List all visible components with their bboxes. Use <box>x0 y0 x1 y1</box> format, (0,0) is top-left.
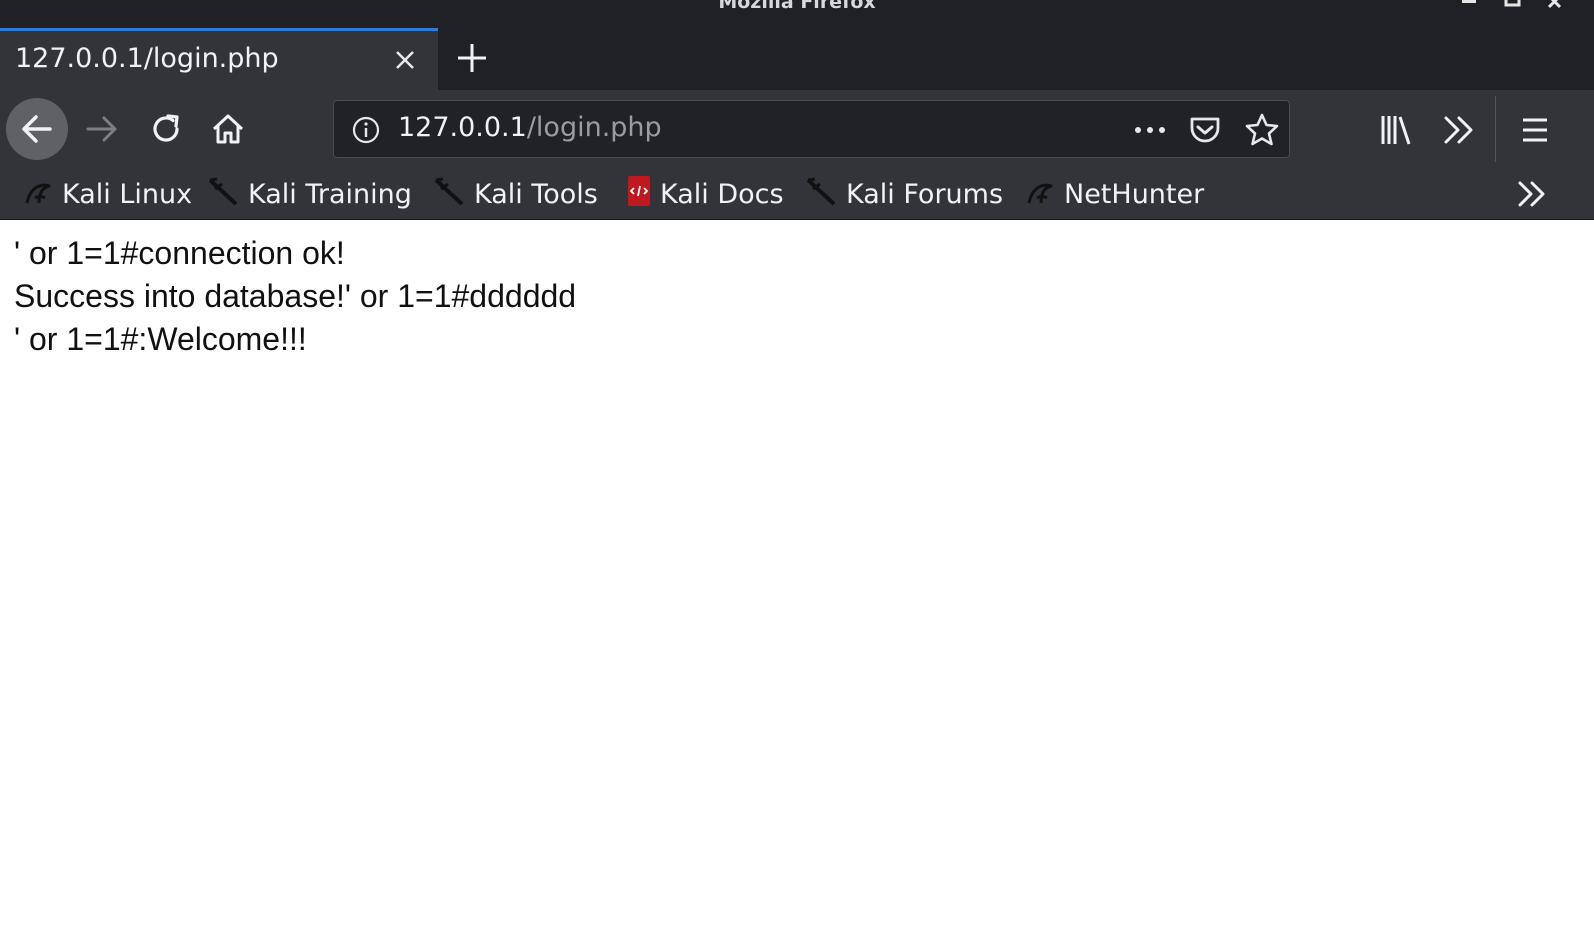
bookmark-label: Kali Linux <box>62 178 193 210</box>
bookmark-label: Kali Training <box>248 178 412 210</box>
tab-title: 127.0.0.1/login.php <box>15 43 279 74</box>
more-icon[interactable] <box>1130 115 1170 149</box>
kali-dragon-icon <box>24 176 62 213</box>
pocket-icon[interactable] <box>1187 112 1223 152</box>
url-path: /login.php <box>526 112 662 143</box>
arrow-left-icon <box>6 115 68 164</box>
bookmark-nethunter[interactable]: NetHunter <box>1026 174 1204 214</box>
bookmark-label: NetHunter <box>1064 178 1205 210</box>
library-icon[interactable] <box>1376 110 1416 150</box>
output-line: ' or 1=1#:Welcome!!! <box>14 321 307 357</box>
minimize-icon[interactable] <box>1460 0 1480 15</box>
output-line: Success into database!' or 1=1#dddddd <box>14 278 577 314</box>
bookmark-label: Kali Forums <box>846 178 1004 210</box>
info-icon[interactable] <box>350 114 382 150</box>
kali-docs-icon <box>626 175 660 214</box>
bookmark-kali-linux[interactable]: Kali Linux <box>24 174 192 214</box>
bookmarks-toolbar: Kali Linux Kali Training Kali Tools Kali… <box>0 168 1594 220</box>
toolbar-divider <box>1495 96 1496 162</box>
menu-icon[interactable] <box>1516 110 1556 150</box>
star-icon[interactable] <box>1243 111 1281 153</box>
kali-sword-icon <box>206 174 248 215</box>
url-text: 127.0.0.1/login.php <box>398 112 662 143</box>
arrow-right-icon[interactable] <box>82 109 122 149</box>
close-icon[interactable] <box>390 45 420 75</box>
chevron-double-right-icon[interactable] <box>1514 175 1552 217</box>
tab-strip: 127.0.0.1/login.php <box>0 28 1594 90</box>
window-title-bar: Mozilla Firefox <box>0 0 1594 28</box>
reload-icon[interactable] <box>146 109 186 149</box>
navigation-toolbar: 127.0.0.1/login.php <box>0 90 1594 168</box>
bookmark-kali-forums[interactable]: Kali Forums <box>804 174 1003 214</box>
maximize-icon[interactable] <box>1503 0 1523 15</box>
kali-sword-icon <box>432 174 474 215</box>
url-bar[interactable]: 127.0.0.1/login.php <box>333 100 1290 158</box>
kali-sword-icon <box>804 174 846 215</box>
window-title: Mozilla Firefox <box>718 0 876 13</box>
bookmark-kali-training[interactable]: Kali Training <box>206 174 412 214</box>
bookmark-label: Kali Tools <box>474 178 598 210</box>
close-icon[interactable] <box>1546 0 1566 15</box>
url-host: 127.0.0.1 <box>398 112 527 143</box>
home-icon[interactable] <box>208 109 248 149</box>
bookmark-kali-tools[interactable]: Kali Tools <box>432 174 598 214</box>
overflow-icon[interactable] <box>1440 110 1480 150</box>
back-button[interactable] <box>6 98 68 160</box>
kali-dragon-icon <box>1026 176 1064 213</box>
tab-login[interactable]: 127.0.0.1/login.php <box>0 28 438 90</box>
plus-icon[interactable] <box>455 41 489 75</box>
output-line: ' or 1=1#connection ok! <box>14 235 345 271</box>
bookmark-label: Kali Docs <box>660 178 784 210</box>
bookmark-kali-docs[interactable]: Kali Docs <box>626 174 784 214</box>
page-content: ' or 1=1#connection ok! Success into dat… <box>14 232 576 361</box>
